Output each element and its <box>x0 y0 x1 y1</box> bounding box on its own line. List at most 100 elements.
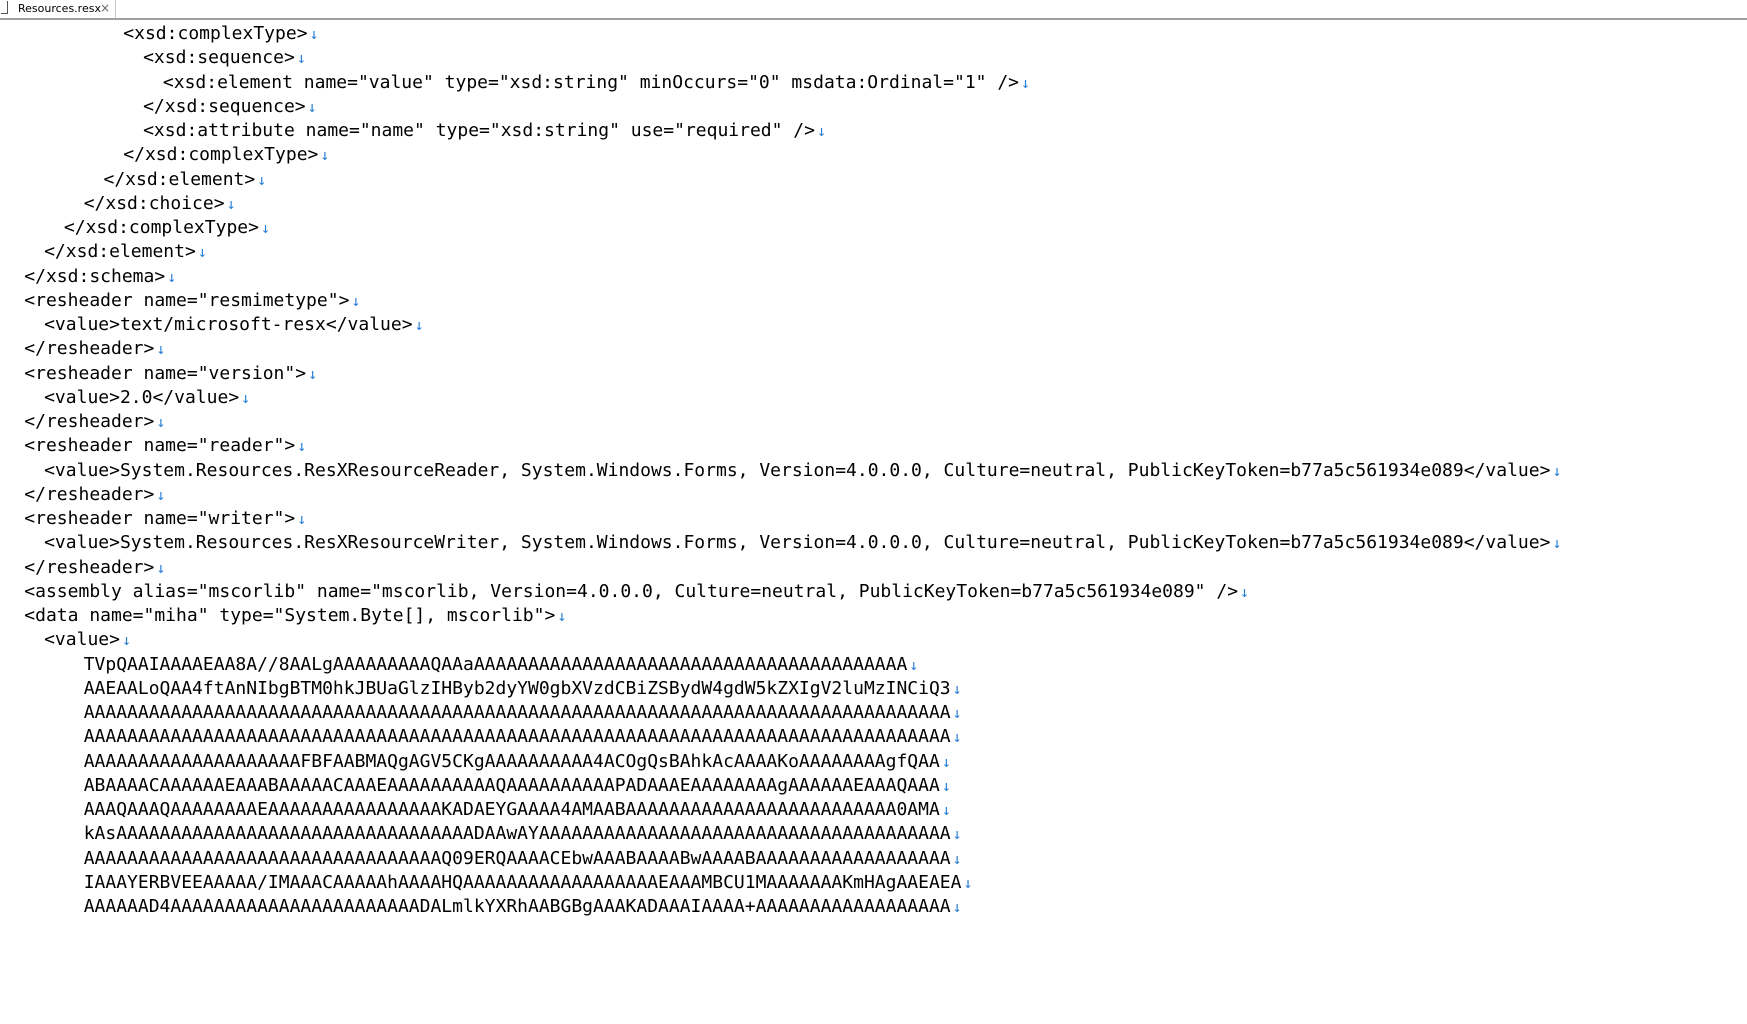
code-line: </xsd:complexType> ↓ <box>64 214 270 241</box>
line-end-icon: ↓ <box>156 485 166 504</box>
line-end-icon: ↓ <box>156 413 166 431</box>
code-line: AAAAAAD4AAAAAAAAAAAAAAAAAAAAAAADALmlkYXR… <box>84 893 962 920</box>
code-line: <xsd:element name="value" type="xsd:stri… <box>163 69 1030 96</box>
line-end-icon: ↓ <box>816 122 827 140</box>
code-line-text: kAsAAAAAAAAAAAAAAAAAAAAAAAAAAAAAAAAADAAw… <box>83 823 951 845</box>
code-line-text: <xsd:element name="value" type="xsd:stri… <box>162 71 1020 93</box>
code-line-text: <xsd:complexType> <box>123 23 308 44</box>
line-end-icon: ↓ <box>308 364 318 383</box>
line-end-icon: ↓ <box>952 679 962 698</box>
line-end-icon: ↓ <box>1021 73 1031 92</box>
code-line-text: <xsd:attribute name="name" type="xsd:str… <box>143 120 815 141</box>
code-line-text: </xsd:element> <box>103 168 256 190</box>
code-line-text: </xsd:element> <box>44 241 196 263</box>
tab-resources-resx[interactable]: Resources.resx × <box>0 0 116 18</box>
code-line-text: </xsd:sequence> <box>143 95 306 117</box>
code-line-text: <value> <box>44 629 120 651</box>
code-line: <xsd:attribute name="name" type="xsd:str… <box>143 117 826 144</box>
code-line: </xsd:choice> ↓ <box>84 190 236 217</box>
line-end-icon: ↓ <box>414 316 424 334</box>
line-end-icon: ↓ <box>952 825 962 844</box>
close-icon[interactable]: × <box>99 0 111 17</box>
code-line: </xsd:schema> ↓ <box>24 263 176 290</box>
code-line: </resheader> ↓ <box>24 481 165 508</box>
code-line: <value>2.0</value> ↓ <box>44 384 250 411</box>
code-line-text: <value>System.Resources.ResXResourceRead… <box>44 459 1551 481</box>
code-line: ABAAAACAAAAAAEAAABAAAAACAAAEAAAAAAAAAAQA… <box>84 772 951 799</box>
document-icon <box>1 1 8 14</box>
line-end-icon: ↓ <box>952 704 962 722</box>
code-line: </xsd:complexType> ↓ <box>123 141 329 168</box>
line-end-icon: ↓ <box>241 388 251 407</box>
line-end-icon: ↓ <box>557 607 567 625</box>
line-end-icon: ↓ <box>320 146 330 165</box>
code-line-text: IAAAYERBVEEAAAAA/IMAAACAAAAAhAAAAHQAAAAA… <box>83 871 962 893</box>
code-line-text: <value>text/microsoft-resx</value> <box>44 314 413 335</box>
line-end-icon: ↓ <box>963 873 973 892</box>
code-line-text: <resheader name="resmimetype"> <box>24 289 350 311</box>
code-line-text: </xsd:schema> <box>24 265 166 287</box>
code-line-text: <assembly alias="mscorlib" name="mscorli… <box>24 580 1239 602</box>
code-line: <data name="miha" type="System.Byte[], m… <box>24 602 566 629</box>
line-end-icon: ↓ <box>1240 582 1250 601</box>
code-line-text: AAAQAAAQAAAAAAAAEAAAAAAAAAAAAAAAAKADAEYG… <box>83 799 940 820</box>
code-line: <assembly alias="mscorlib" name="mscorli… <box>24 578 1249 605</box>
line-end-icon: ↓ <box>1552 461 1562 480</box>
code-line-text: <value>System.Resources.ResXResourceWrit… <box>44 532 1551 554</box>
line-end-icon: ↓ <box>226 194 236 213</box>
code-line-text: <resheader name="version"> <box>24 362 307 384</box>
code-line: AAEAALoQAA4ftAnNIbgBTM0hkJBUaGlzIHByb2dy… <box>84 675 962 702</box>
code-line-text: <resheader name="reader"> <box>24 435 296 457</box>
line-end-icon: ↓ <box>257 170 267 189</box>
code-line-text: AAAAAAAAAAAAAAAAAAAAFBFAABMAQgAGV5CKgAAA… <box>83 750 940 772</box>
code-line-text: AAAAAAAAAAAAAAAAAAAAAAAAAAAAAAAAAAAAAAAA… <box>83 702 951 723</box>
code-line: <resheader name="version"> ↓ <box>24 360 317 387</box>
code-line-text: </resheader> <box>24 556 155 578</box>
line-end-icon: ↓ <box>156 340 166 359</box>
code-line: </resheader> ↓ <box>24 408 165 435</box>
line-end-icon: ↓ <box>197 243 207 262</box>
code-line-text: TVpQAAIAAAAEAA8A//8AALgAAAAAAAAAQAAaAAAA… <box>83 653 908 675</box>
line-end-icon: ↓ <box>952 898 962 916</box>
line-end-icon: ↓ <box>297 510 307 528</box>
code-line: IAAAYERBVEEAAAAA/IMAAACAAAAAhAAAAHQAAAAA… <box>84 869 973 896</box>
code-line-text: </xsd:complexType> <box>123 144 319 166</box>
line-end-icon: ↓ <box>952 728 962 747</box>
code-line-text: </xsd:complexType> <box>63 217 259 238</box>
code-line-text: <data name="miha" type="System.Byte[], m… <box>24 605 556 626</box>
code-line-text: AAAAAAAAAAAAAAAAAAAAAAAAAAAAAAAAAAAAAAAA… <box>83 726 951 748</box>
code-line: <value> ↓ <box>44 626 131 653</box>
line-end-icon: ↓ <box>307 97 317 116</box>
code-line-text: AAEAALoQAA4ftAnNIbgBTM0hkJBUaGlzIHByb2dy… <box>83 677 951 699</box>
code-line: </xsd:element> ↓ <box>104 166 267 193</box>
line-end-icon: ↓ <box>260 219 270 237</box>
line-end-icon: ↓ <box>941 752 951 771</box>
code-line: <value>text/microsoft-resx</value> ↓ <box>44 311 424 338</box>
code-line: </resheader> ↓ <box>24 335 165 362</box>
tab-label: Resources.resx <box>18 2 101 15</box>
line-end-icon: ↓ <box>167 267 177 286</box>
code-line-text: <value>2.0</value> <box>44 386 240 408</box>
code-line: AAAAAAAAAAAAAAAAAAAAAAAAAAAAAAAAAAAAAAAA… <box>84 699 962 726</box>
code-line-text: </xsd:choice> <box>83 192 225 214</box>
line-end-icon: ↓ <box>296 49 306 68</box>
line-end-icon: ↓ <box>941 776 951 795</box>
code-line-text: ABAAAACAAAAAAEAAABAAAAACAAAEAAAAAAAAAAQA… <box>83 774 940 796</box>
code-line: AAAAAAAAAAAAAAAAAAAAAAAAAAAAAAAAAQ09ERQA… <box>84 845 962 872</box>
code-line-text: </resheader> <box>24 483 155 505</box>
line-end-icon: ↓ <box>351 291 361 310</box>
code-line: kAsAAAAAAAAAAAAAAAAAAAAAAAAAAAAAAAAADAAw… <box>84 820 962 847</box>
code-line-text: </resheader> <box>24 411 155 432</box>
line-end-icon: ↓ <box>156 558 166 577</box>
line-end-icon: ↓ <box>1552 534 1562 553</box>
line-end-icon: ↓ <box>297 437 307 456</box>
code-line: AAAAAAAAAAAAAAAAAAAAAAAAAAAAAAAAAAAAAAAA… <box>84 723 962 750</box>
line-end-icon: ↓ <box>909 655 919 674</box>
code-line: <resheader name="resmimetype"> ↓ <box>24 287 360 314</box>
line-end-icon: ↓ <box>309 25 319 43</box>
code-line: </resheader> ↓ <box>24 554 165 581</box>
code-editor[interactable]: <xsd:complexType> ↓ <xsd:sequence> ↓ <xsd:el… <box>0 20 1747 1024</box>
code-line: AAAAAAAAAAAAAAAAAAAAFBFAABMAQgAGV5CKgAAA… <box>84 748 951 775</box>
code-line: <value>System.Resources.ResXResourceRead… <box>44 457 1561 484</box>
code-line: <value>System.Resources.ResXResourceWrit… <box>44 529 1561 556</box>
